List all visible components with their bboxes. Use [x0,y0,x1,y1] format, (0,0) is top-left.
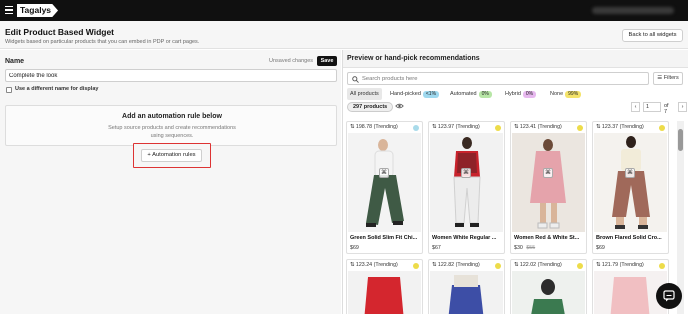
status-dot [413,125,419,131]
chat-button[interactable] [656,283,682,309]
product-price: $69 [596,245,605,251]
page-number-input[interactable]: 1 [643,102,661,112]
product-name: Women White Regular ... [432,235,497,241]
page-subtitle: Widgets based on particular products tha… [5,39,200,45]
product-card[interactable]: ⇅ 122.02 (Trending) [510,259,587,314]
product-price: $30 $55 [514,245,536,251]
product-card[interactable]: ⇅ 198.78 (Trending) ⌘ Green Solid Slim F… [346,121,423,254]
scrollbar[interactable] [677,121,684,314]
automation-subtitle: Setup source products and create recomme… [108,125,236,139]
tab-badge: 0% [522,91,537,98]
product-image [594,133,667,232]
tab-automated[interactable]: Automated 0% [447,88,495,100]
status-dot [659,125,665,131]
menu-icon[interactable] [5,6,13,15]
trending-score: ⇅ 123.37 (Trending) [596,124,644,130]
quick-view-icon[interactable]: ⌘ [543,168,553,178]
quick-view-icon[interactable]: ⌘ [379,168,389,178]
save-button[interactable]: Save [317,56,337,66]
product-card[interactable]: ⇅ 123.41 (Trending) ⌘ Women Red & White … [510,121,587,254]
trending-score: ⇅ 123.24 (Trending) [350,262,398,268]
product-search-input[interactable]: Search products here [347,72,649,85]
product-price: $69 [350,245,359,251]
page-header: Edit Product Based Widget Widgets based … [0,21,688,49]
filter-icon: ☰ [657,75,663,81]
filters-label: Filters [663,75,679,81]
eye-icon[interactable] [395,103,404,111]
product-image [512,271,585,314]
chat-icon [663,290,675,302]
tab-bar: All products Hand-picked <1% Automated 0% … [347,88,683,100]
product-image [512,133,585,232]
back-to-widgets-button[interactable]: Back to all widgets [622,29,683,42]
automation-rules-button[interactable]: + Automation rules [141,149,202,162]
product-card[interactable]: ⇅ 123.97 (Trending) ⌘ Women White Regula… [428,121,505,254]
product-card[interactable]: ⇅ 122.82 (Trending) [428,259,505,314]
name-input[interactable] [5,69,337,82]
quick-view-icon[interactable]: ⌘ [625,168,635,178]
logo[interactable]: Tagalys [17,4,59,17]
status-dot [577,125,583,131]
search-icon [352,76,359,85]
tab-all-products[interactable]: All products [347,88,382,100]
automation-rules-highlight: + Automation rules [133,143,211,168]
status-dot [495,263,501,269]
automation-rule-box: Add an automation rule below Setup sourc… [5,105,337,146]
page-total: of 7 [664,103,669,115]
product-image [348,271,421,314]
product-name: Brown Flared Solid Cro... [596,235,662,241]
product-price: $67 [432,245,441,251]
product-card[interactable]: ⇅ 121.79 (Trending) [592,259,669,314]
display-name-checkbox-label[interactable]: Use a different name for display [15,86,98,92]
trending-score: ⇅ 121.79 (Trending) [596,262,644,268]
product-image [430,133,503,232]
scrollbar-thumb[interactable] [678,129,683,151]
tab-badge: 99% [565,91,582,98]
preview-title: Preview or hand-pick recommendations [347,55,480,62]
tab-badge: 0% [478,91,492,98]
automation-title: Add an automation rule below [122,113,222,120]
product-card[interactable]: ⇅ 123.24 (Trending) [346,259,423,314]
status-dot [659,263,665,269]
product-card[interactable]: ⇅ 123.37 (Trending) ⌘ Brown Flared Solid… [592,121,669,254]
quick-view-icon[interactable]: ⌘ [461,168,471,178]
account-menu[interactable] [592,7,674,14]
tab-badge: <1% [422,91,440,98]
name-label: Name [5,58,25,65]
status-dot [495,125,501,131]
product-name: Women Red & White St... [514,235,580,241]
trending-score: ⇅ 123.41 (Trending) [514,124,562,130]
search-placeholder: Search products here [362,76,418,82]
preview-header: Preview or hand-pick recommendations [343,50,688,68]
filters-button[interactable]: ☰ Filters [653,72,683,85]
page-title: Edit Product Based Widget [5,27,115,37]
widget-settings-panel: Name Unsaved changes Save Use a differen… [0,50,341,314]
status-dot [413,263,419,269]
previous-page-button[interactable]: ‹ [631,102,640,112]
next-page-button[interactable]: › [678,102,687,112]
trending-score: ⇅ 122.82 (Trending) [432,262,480,268]
tab-none[interactable]: None 99% [547,88,584,100]
product-image [430,271,503,314]
display-name-checkbox[interactable] [6,87,12,93]
trending-score: ⇅ 123.97 (Trending) [432,124,480,130]
product-name: Green Solid Slim Fit Chi... [350,235,418,241]
status-dot [577,263,583,269]
product-image [348,133,421,232]
trending-score: ⇅ 198.78 (Trending) [350,124,398,130]
top-bar: Tagalys [0,0,688,21]
trending-score: ⇅ 122.02 (Trending) [514,262,562,268]
tab-hand-picked[interactable]: Hand-picked <1% [387,88,442,100]
tab-hybrid[interactable]: Hybrid 0% [502,88,539,100]
unsaved-changes-text: Unsaved changes [269,58,314,64]
product-count-badge: 297 products [347,102,394,112]
